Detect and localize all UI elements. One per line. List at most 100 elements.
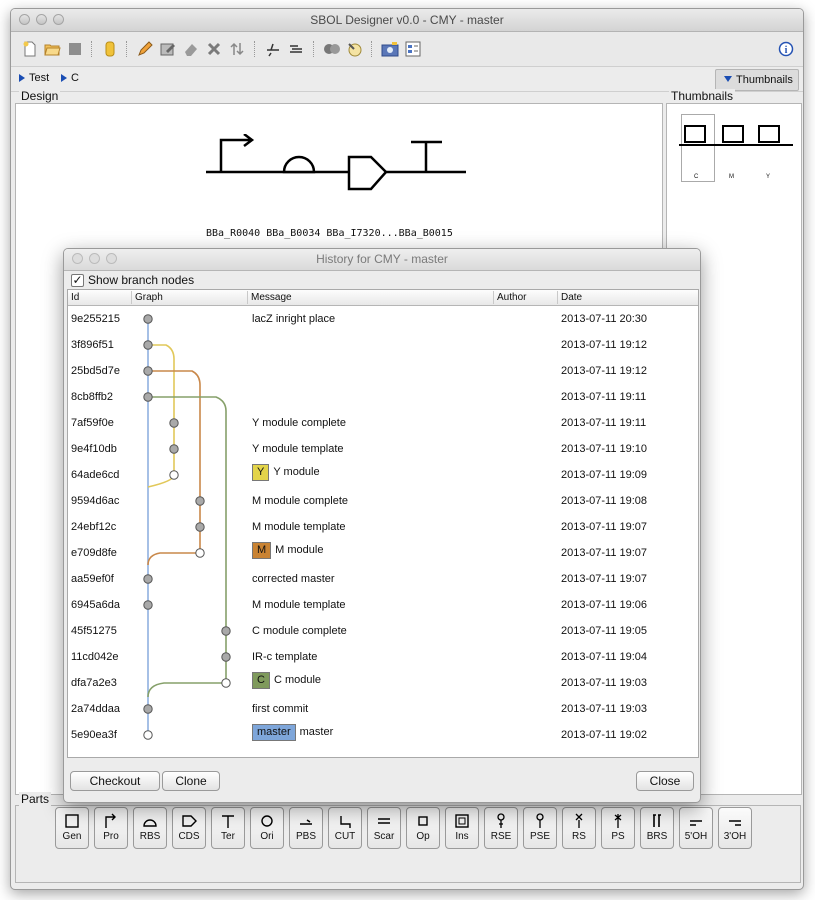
- erase-icon[interactable]: [182, 40, 200, 58]
- commit-id: 45f51275: [71, 625, 117, 637]
- column-header-id[interactable]: Id: [68, 291, 132, 304]
- promoter-glyph: [219, 134, 255, 172]
- snapshot-icon[interactable]: [381, 40, 399, 58]
- find-parts-icon[interactable]: [323, 40, 341, 58]
- minimize-window-button[interactable]: [36, 14, 47, 25]
- part-label: Op: [416, 831, 430, 842]
- table-row[interactable]: 7af59f0e Y module complete 2013-07-11 19:1…: [68, 410, 698, 436]
- part-label: Gen: [62, 831, 82, 842]
- part-button-ins[interactable]: Ins: [445, 807, 479, 849]
- part-label: 3'OH: [723, 831, 747, 842]
- column-header-author[interactable]: Author: [494, 291, 558, 304]
- close-button[interactable]: Close: [636, 771, 694, 791]
- table-row[interactable]: 9594d6ac M module complete 2013-07-11 19:0…: [68, 488, 698, 514]
- table-row[interactable]: 64ade6cd Y Y module 2013-07-11 19:09: [68, 462, 698, 488]
- part-button-brs[interactable]: BRS: [640, 807, 674, 849]
- part-glyph-icon: [563, 811, 595, 831]
- commit-date: 2013-07-11 19:06: [561, 599, 648, 611]
- part-button-gen[interactable]: Gen: [55, 807, 89, 849]
- table-row[interactable]: 25bd5d7e 2013-07-11 19:12: [68, 358, 698, 384]
- thumbnail-caption: M: [729, 174, 734, 180]
- close-window-button[interactable]: [19, 14, 30, 25]
- commit-message-cell: corrected master: [252, 573, 335, 585]
- part-button-cut[interactable]: CUT: [328, 807, 362, 849]
- part-button-rs[interactable]: RS: [562, 807, 596, 849]
- thumbnails-toggle-label: Thumbnails: [736, 74, 793, 86]
- minimize-dialog-button[interactable]: [89, 253, 100, 264]
- part-button-rse[interactable]: RSE: [484, 807, 518, 849]
- column-header-message[interactable]: Message: [248, 291, 494, 304]
- toolbar: i: [11, 32, 803, 67]
- flip-icon[interactable]: [228, 40, 246, 58]
- save-icon[interactable]: [66, 40, 84, 58]
- breadcrumb-item-test[interactable]: Test: [19, 72, 49, 84]
- commit-message: master: [299, 726, 334, 738]
- commit-date: 2013-07-11 19:05: [561, 625, 648, 637]
- delete-icon[interactable]: [205, 40, 223, 58]
- table-row[interactable]: 9e255215 lacZ inright place 2013-07-11 20:…: [68, 306, 698, 332]
- table-row[interactable]: 6945a6da M module template 2013-07-11 19:0…: [68, 592, 698, 618]
- part-label: CDS: [178, 831, 200, 842]
- focus-out-icon[interactable]: [287, 40, 305, 58]
- part-button-op[interactable]: Op: [406, 807, 440, 849]
- edit-tags-icon[interactable]: [159, 40, 177, 58]
- focus-in-icon[interactable]: [264, 40, 282, 58]
- commit-date: 2013-07-11 19:12: [561, 365, 648, 377]
- part-glyph-icon: [329, 811, 361, 831]
- edit-icon[interactable]: [136, 40, 154, 58]
- table-row[interactable]: 24ebf12c M module template 2013-07-11 19:0…: [68, 514, 698, 540]
- version-icon[interactable]: [101, 40, 119, 58]
- part-button-pse[interactable]: PSE: [523, 807, 557, 849]
- table-row[interactable]: 45f51275 C module complete 2013-07-11 19:0…: [68, 618, 698, 644]
- table-row[interactable]: 11cd042e IR-c template 2013-07-11 19:04: [68, 644, 698, 670]
- upload-icon[interactable]: [346, 40, 364, 58]
- checkout-button[interactable]: Checkout: [70, 771, 160, 791]
- table-row[interactable]: dfa7a2e3 C C module 2013-07-11 19:03: [68, 670, 698, 696]
- commit-message-cell: IR-c template: [252, 651, 317, 663]
- close-dialog-button[interactable]: [72, 253, 83, 264]
- part-button-5oh[interactable]: 5'OH: [679, 807, 713, 849]
- commit-id: 6945a6da: [71, 599, 120, 611]
- info-icon[interactable]: i: [777, 40, 795, 58]
- commit-message-cell: Y module template: [252, 443, 344, 455]
- part-button-ps[interactable]: PS: [601, 807, 635, 849]
- cds-glyph: [347, 155, 388, 191]
- part-glyph-icon: [173, 811, 205, 831]
- clone-button[interactable]: Clone: [162, 771, 220, 791]
- table-row[interactable]: 9e4f10db Y module template 2013-07-11 19:1…: [68, 436, 698, 462]
- part-button-ori[interactable]: Ori: [250, 807, 284, 849]
- open-icon[interactable]: [43, 40, 61, 58]
- rbs-glyph: [282, 155, 316, 174]
- commit-id: 5e90ea3f: [71, 729, 117, 741]
- column-header-date[interactable]: Date: [558, 291, 696, 304]
- show-branch-nodes-checkbox[interactable]: ✓: [71, 274, 84, 287]
- column-header-graph[interactable]: Graph: [132, 291, 248, 304]
- commit-message-cell: first commit: [252, 703, 308, 715]
- table-row[interactable]: e709d8fe M M module 2013-07-11 19:07: [68, 540, 698, 566]
- part-button-cds[interactable]: CDS: [172, 807, 206, 849]
- part-button-pbs[interactable]: PBS: [289, 807, 323, 849]
- part-button-scar[interactable]: Scar: [367, 807, 401, 849]
- history-table[interactable]: Id Graph Message Author Date 9e255215 lac…: [67, 289, 699, 758]
- table-row[interactable]: aa59ef0f corrected master 2013-07-11 19:07: [68, 566, 698, 592]
- part-button-ter[interactable]: Ter: [211, 807, 245, 849]
- part-button-pro[interactable]: Pro: [94, 807, 128, 849]
- thumbnails-toggle-button[interactable]: Thumbnails: [715, 69, 799, 91]
- window-title: SBOL Designer v0.0 - CMY - master: [310, 13, 504, 27]
- table-row[interactable]: 5e90ea3f master master 2013-07-11 19:02: [68, 722, 698, 748]
- branch-tag: master: [252, 724, 296, 741]
- table-row[interactable]: 3f896f51 2013-07-11 19:12: [68, 332, 698, 358]
- table-row[interactable]: 8cb8ffb2 2013-07-11 19:11: [68, 384, 698, 410]
- settings-icon[interactable]: [404, 40, 422, 58]
- zoom-window-button[interactable]: [53, 14, 64, 25]
- zoom-dialog-button[interactable]: [106, 253, 117, 264]
- new-icon[interactable]: [21, 40, 39, 58]
- part-button-rbs[interactable]: RBS: [133, 807, 167, 849]
- part-glyph-icon: [485, 811, 517, 831]
- part-label: PS: [611, 831, 625, 842]
- history-dialog-titlebar: History for CMY - master: [64, 249, 700, 271]
- part-button-3oh[interactable]: 3'OH: [718, 807, 752, 849]
- breadcrumb-item-c[interactable]: C: [61, 72, 79, 84]
- part-label: RSE: [490, 831, 512, 842]
- table-row[interactable]: 2a74ddaa first commit 2013-07-11 19:03: [68, 696, 698, 722]
